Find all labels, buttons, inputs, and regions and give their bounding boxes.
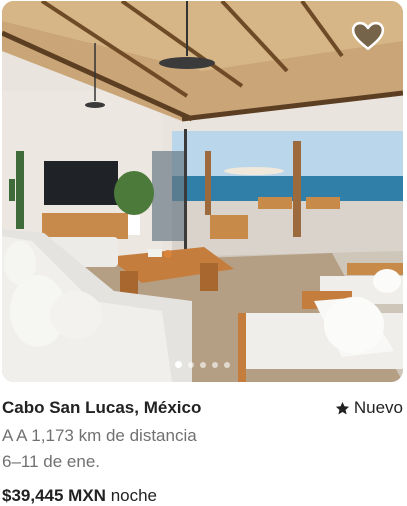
carousel-dot[interactable] (200, 361, 206, 368)
listing-photo-image (2, 1, 403, 382)
carousel-dot[interactable] (188, 361, 194, 368)
star-icon (335, 401, 349, 414)
rating-label: Nuevo (353, 398, 403, 417)
rating-badge: Nuevo (335, 398, 403, 418)
listing-price: $39,445 MXN noche (2, 486, 157, 506)
favorite-button[interactable] (351, 19, 385, 53)
heart-icon (351, 21, 385, 51)
carousel-dot[interactable] (212, 361, 218, 368)
price-amount: $39,445 MXN (2, 486, 106, 505)
carousel-dot[interactable] (175, 361, 182, 368)
carousel-dot[interactable] (224, 361, 230, 368)
carousel-indicator (2, 361, 403, 368)
listing-photo[interactable] (2, 1, 403, 382)
listing-header-row: Cabo San Lucas, México Nuevo (2, 398, 403, 422)
listing-card[interactable]: Cabo San Lucas, México Nuevo A A 1,173 k… (0, 0, 407, 506)
listing-dates: 6–11 de ene. (2, 452, 100, 471)
listing-title: Cabo San Lucas, México (2, 398, 202, 417)
listing-distance: A A 1,173 km de distancia (2, 426, 197, 445)
price-unit: noche (110, 486, 158, 505)
